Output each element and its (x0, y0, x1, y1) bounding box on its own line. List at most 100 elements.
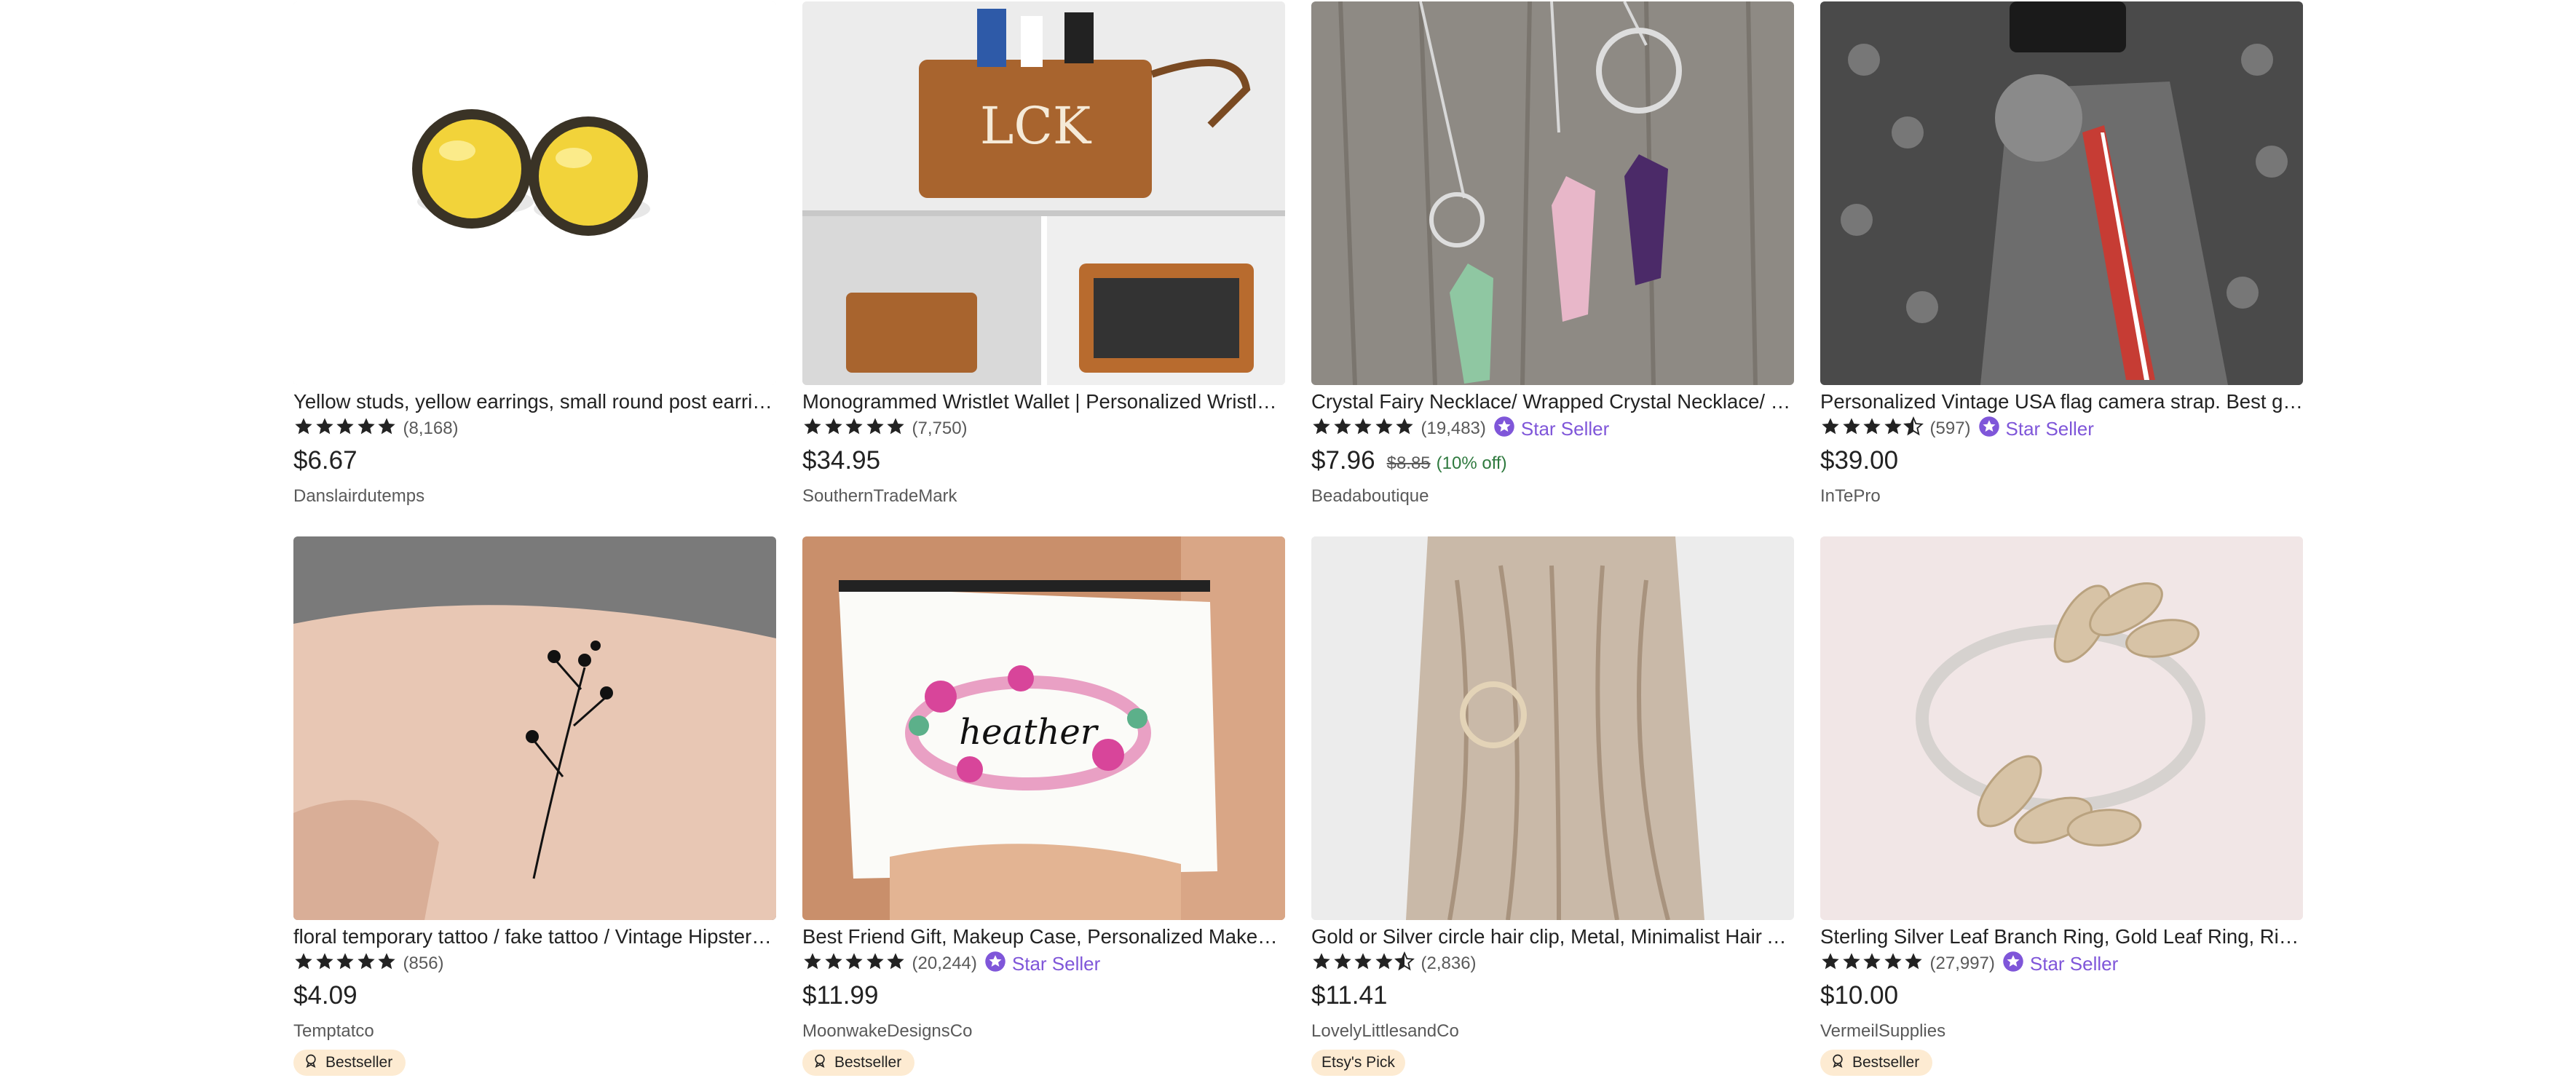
star-icon (1374, 416, 1395, 442)
medal-icon (1830, 1053, 1852, 1072)
listing-price: $39.00 (1820, 446, 1899, 475)
listing-image[interactable] (293, 1, 776, 385)
listing-card[interactable]: Personalized Vintage USA flag camera str… (1820, 1, 2303, 507)
star-icon (823, 951, 845, 977)
star-icon (1841, 951, 1862, 977)
listing-image[interactable] (1311, 536, 1794, 920)
half-star-icon (1903, 416, 1924, 442)
star-icon (1311, 951, 1332, 977)
star-seller-icon (2002, 951, 2030, 978)
star-icon (1820, 416, 1841, 442)
star-seller-label: Star Seller (1520, 417, 1610, 440)
listing-price: $6.67 (293, 446, 357, 475)
shop-name[interactable]: Beadaboutique (1311, 485, 1794, 507)
star-icon (885, 416, 906, 442)
rating-stars (1311, 951, 1415, 977)
star-icon (1311, 416, 1332, 442)
shop-name[interactable]: MoonwakeDesignsCo (802, 1020, 1285, 1042)
shop-name[interactable]: InTePro (1820, 485, 2303, 507)
star-icon (1394, 416, 1415, 442)
listing-image[interactable]: LCK (802, 1, 1285, 385)
star-icon (293, 416, 315, 442)
listing-price: $11.99 (802, 981, 879, 1010)
listing-card[interactable]: LCK Monogrammed Wristlet Wallet | Person… (802, 1, 1285, 507)
star-icon (315, 951, 336, 977)
star-icon (1332, 951, 1354, 977)
listing-image[interactable] (293, 536, 776, 920)
listing-rating: (20,244) Star Seller (802, 951, 1285, 977)
star-seller-badge: Star Seller (1978, 416, 2094, 443)
star-icon (335, 951, 356, 977)
star-icon (844, 416, 865, 442)
rating-stars (1311, 416, 1415, 442)
listing-card[interactable]: heather Best Friend Gift, Makeup Case, P… (802, 536, 1285, 1076)
shop-name[interactable]: VermeilSupplies (1820, 1020, 2303, 1042)
star-icon (356, 416, 377, 442)
listing-title[interactable]: Crystal Fairy Necklace/ Wrapped Crystal … (1311, 388, 1794, 416)
listing-title[interactable]: Personalized Vintage USA flag camera str… (1820, 388, 2303, 416)
listing-rating: (856) (293, 951, 776, 977)
listing-pricing: $34.95 (802, 446, 1285, 480)
star-icon (315, 416, 336, 442)
listing-pricing: $4.09 (293, 981, 776, 1015)
listing-image[interactable] (1820, 1, 2303, 385)
listing-pricing: $11.41 (1311, 981, 1794, 1015)
review-count: (27,997) (1929, 954, 1995, 973)
star-icon (1820, 951, 1841, 977)
badge-label: Etsy's Pick (1321, 1054, 1395, 1071)
review-count: (8,168) (403, 419, 459, 438)
listing-title[interactable]: Gold or Silver circle hair clip, Metal, … (1311, 923, 1794, 951)
listing-image[interactable] (1311, 1, 1794, 385)
listing-rating: (2,836) (1311, 951, 1794, 977)
review-count: (7,750) (912, 419, 968, 438)
star-icon (844, 951, 865, 977)
listing-grid: Yellow studs, yellow earrings, small rou… (0, 0, 2576, 1086)
star-icon (356, 951, 377, 977)
listing-card[interactable]: Sterling Silver Leaf Branch Ring, Gold L… (1820, 536, 2303, 1076)
star-icon (1862, 416, 1883, 442)
listing-card[interactable]: Crystal Fairy Necklace/ Wrapped Crystal … (1311, 1, 1794, 507)
listing-badge: Bestseller (293, 1050, 406, 1076)
review-count: (19,483) (1421, 419, 1486, 438)
review-count: (20,244) (912, 954, 977, 973)
star-icon (335, 416, 356, 442)
listing-title[interactable]: Sterling Silver Leaf Branch Ring, Gold L… (1820, 923, 2303, 951)
star-icon (1862, 951, 1883, 977)
listing-pricing: $39.00 (1820, 446, 2303, 480)
listing-price: $34.95 (802, 446, 881, 475)
listing-card[interactable]: floral temporary tattoo / fake tattoo / … (293, 536, 776, 1076)
listing-pricing: $10.00 (1820, 981, 2303, 1015)
listing-card[interactable]: Gold or Silver circle hair clip, Metal, … (1311, 536, 1794, 1076)
listing-title[interactable]: Best Friend Gift, Makeup Case, Personali… (802, 923, 1285, 951)
star-seller-label: Star Seller (1011, 952, 1101, 975)
rating-stars (802, 416, 906, 442)
star-seller-icon (1978, 416, 2006, 443)
shop-name[interactable]: SouthernTradeMark (802, 485, 1285, 507)
listing-title[interactable]: Yellow studs, yellow earrings, small rou… (293, 388, 776, 416)
medal-icon (304, 1053, 325, 1072)
listing-pricing: $6.67 (293, 446, 776, 480)
listing-rating: (27,997) Star Seller (1820, 951, 2303, 977)
shop-name[interactable]: Temptatco (293, 1020, 776, 1042)
shop-name[interactable]: Danslairdutemps (293, 485, 776, 507)
listing-title[interactable]: Monogrammed Wristlet Wallet | Personaliz… (802, 388, 1285, 416)
rating-stars (802, 951, 906, 977)
rating-stars (1820, 951, 1924, 977)
badge-label: Bestseller (325, 1054, 393, 1071)
listing-card[interactable]: Yellow studs, yellow earrings, small rou… (293, 1, 776, 507)
listing-image[interactable]: heather (802, 536, 1285, 920)
listing-price: $7.96 (1311, 446, 1375, 475)
star-icon (376, 416, 398, 442)
listing-image[interactable] (1820, 536, 2303, 920)
listing-rating: (597) Star Seller (1820, 416, 2303, 442)
rating-stars (1820, 416, 1924, 442)
rating-stars (293, 416, 398, 442)
star-icon (376, 951, 398, 977)
medal-icon (813, 1053, 834, 1072)
listing-price: $10.00 (1820, 981, 1899, 1010)
shop-name[interactable]: LovelyLittlesandCo (1311, 1020, 1794, 1042)
review-count: (597) (1929, 419, 1971, 438)
listing-badge: Bestseller (1820, 1050, 1933, 1076)
listing-title[interactable]: floral temporary tattoo / fake tattoo / … (293, 923, 776, 951)
listing-rating: (19,483) Star Seller (1311, 416, 1794, 442)
